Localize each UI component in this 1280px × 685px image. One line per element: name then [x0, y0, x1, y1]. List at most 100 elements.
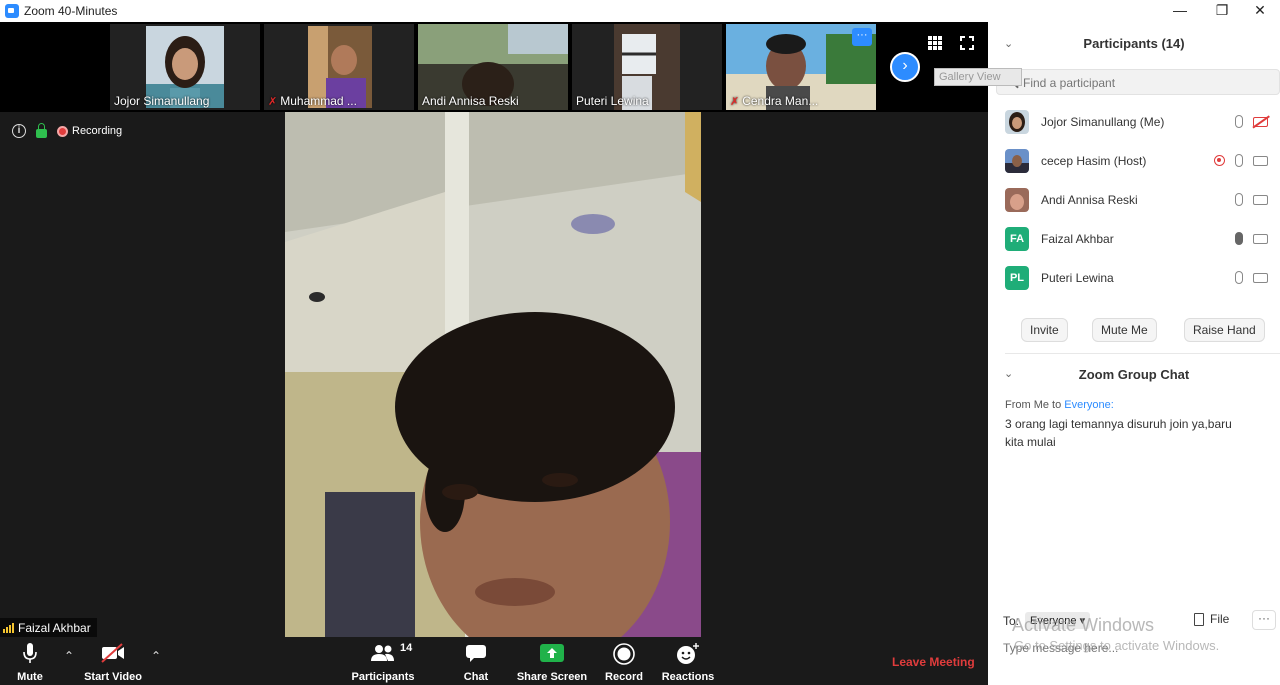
invite-button[interactable]: Invite: [1021, 318, 1068, 342]
leave-meeting-button[interactable]: Leave Meeting: [892, 655, 975, 669]
microphone-icon[interactable]: [1235, 271, 1243, 284]
mute-button[interactable]: Mute: [10, 637, 50, 685]
record-icon: [613, 643, 635, 665]
gallery-strip: Jojor Simanullang ✗ Muhammad ... Andi Ann…: [0, 22, 988, 112]
camera-icon[interactable]: [1253, 194, 1268, 205]
recording-indicator-icon: [57, 125, 68, 137]
camera-off-icon: [101, 643, 124, 663]
everyone-dropdown[interactable]: Everyone ▾: [1025, 612, 1091, 629]
participant-row[interactable]: Jojor Simanullang (Me): [988, 103, 1280, 142]
camera-off-icon[interactable]: [1253, 116, 1268, 127]
share-screen-button[interactable]: Share Screen: [516, 637, 588, 685]
camera-icon[interactable]: [1253, 272, 1268, 283]
participant-row[interactable]: Andi Annisa Reski: [988, 181, 1280, 220]
next-page-button[interactable]: ›: [890, 52, 920, 82]
file-icon: [1194, 612, 1204, 626]
chat-header: ⌄ Zoom Group Chat: [988, 362, 1280, 388]
file-button[interactable]: File: [1194, 612, 1229, 626]
encryption-lock-icon[interactable]: [36, 123, 47, 138]
share-screen-icon: [540, 644, 564, 662]
gallery-view-tooltip: Gallery View: [934, 68, 1022, 86]
close-icon[interactable]: ✕: [1240, 0, 1280, 22]
participants-title: Participants (14): [1083, 36, 1185, 51]
video-thumbnail[interactable]: ✗ Cendra Man... ···: [726, 24, 876, 110]
participants-button[interactable]: 14 Participants: [350, 637, 416, 685]
restore-icon[interactable]: ❐: [1202, 0, 1242, 22]
participant-search[interactable]: [996, 69, 1280, 95]
thumbnail-name: Puteri Lewina: [576, 94, 649, 108]
chat-message-input[interactable]: [1003, 638, 1263, 658]
participant-row[interactable]: PL Puteri Lewina: [988, 259, 1280, 298]
record-button[interactable]: Record: [604, 637, 644, 685]
microphone-icon: [23, 643, 37, 663]
thumbnail-name: Jojor Simanullang: [114, 94, 210, 108]
chat-message: 3 orang lagi temannya disuruh join ya,ba…: [1005, 417, 1232, 449]
start-video-button[interactable]: Start Video: [80, 637, 146, 685]
gallery-view-icon[interactable]: [928, 36, 942, 50]
thumbnail-name: ✗ Muhammad ...: [268, 94, 357, 108]
mic-muted-icon: ✗: [268, 96, 278, 108]
avatar: [1005, 110, 1029, 134]
reactions-smiley-icon: [677, 643, 699, 664]
chat-title: Zoom Group Chat: [1078, 367, 1190, 382]
microphone-icon[interactable]: [1235, 154, 1243, 167]
participant-actions: Invite Mute Me Raise Hand: [988, 318, 1280, 344]
video-options-chevron-icon[interactable]: ⌃: [151, 649, 161, 663]
microphone-icon[interactable]: [1235, 193, 1243, 206]
avatar: [1005, 149, 1029, 173]
microphone-icon[interactable]: [1235, 115, 1243, 128]
zoom-app-icon: [5, 4, 19, 18]
video-thumbnail[interactable]: Puteri Lewina: [572, 24, 722, 110]
thumbnail-name: Andi Annisa Reski: [422, 94, 519, 108]
participant-name: Andi Annisa Reski: [1041, 193, 1138, 207]
participants-count-badge: 14: [400, 642, 413, 654]
avatar: PL: [1005, 266, 1029, 290]
recording-icon: [1214, 155, 1225, 166]
meeting-area: Jojor Simanullang ✗ Muhammad ... Andi Ann…: [0, 22, 1022, 685]
chat-button[interactable]: Chat: [456, 637, 496, 685]
panel-divider: [1005, 353, 1280, 354]
chat-recipient-selector: To: Everyone ▾: [1003, 612, 1091, 629]
avatar: FA: [1005, 227, 1029, 251]
audio-options-chevron-icon[interactable]: ⌃: [64, 649, 74, 663]
video-thumbnail[interactable]: ✗ Muhammad ...: [264, 24, 414, 110]
active-speaker-name: Faizal Akhbar: [0, 618, 97, 638]
window-title: Zoom 40-Minutes: [24, 4, 118, 18]
thumbnail-name: ✗ Cendra Man...: [730, 94, 819, 108]
meeting-toolbar: Mute ⌃ Start Video ⌃ 14 Participants Cha…: [0, 637, 988, 685]
raise-hand-button[interactable]: Raise Hand: [1184, 318, 1265, 342]
microphone-active-icon[interactable]: [1235, 232, 1243, 245]
recording-label: Recording: [72, 125, 123, 137]
participant-row[interactable]: FA Faizal Akhbar: [988, 220, 1280, 259]
camera-icon[interactable]: [1253, 155, 1268, 166]
mute-me-button[interactable]: Mute Me: [1092, 318, 1157, 342]
participant-name: cecep Hasim (Host): [1041, 154, 1147, 168]
camera-icon[interactable]: [1253, 233, 1268, 244]
participants-list: Jojor Simanullang (Me) cecep Hasim (Host…: [988, 103, 1280, 298]
chat-more-button[interactable]: ···: [1252, 610, 1276, 630]
participant-name: Puteri Lewina: [1041, 271, 1114, 285]
more-options-button[interactable]: ···: [852, 28, 872, 46]
chat-recipient-link[interactable]: Everyone:: [1064, 399, 1114, 411]
participant-name: Jojor Simanullang (Me): [1041, 115, 1165, 129]
connection-signal-icon: [3, 623, 14, 633]
meeting-info-icon[interactable]: i: [12, 124, 26, 138]
participants-header: ⌄ Participants (14): [988, 22, 1280, 64]
participant-row[interactable]: cecep Hasim (Host): [988, 142, 1280, 181]
video-thumbnail[interactable]: Jojor Simanullang: [110, 24, 260, 110]
avatar: [1005, 188, 1029, 212]
mic-muted-icon: ✗: [730, 96, 740, 108]
meeting-status: i Recording: [12, 123, 123, 138]
title-bar: Zoom 40-Minutes — ❐ ✕: [0, 0, 1280, 22]
participant-name: Faizal Akhbar: [1041, 232, 1114, 246]
video-thumbnail[interactable]: Andi Annisa Reski: [418, 24, 568, 110]
active-speaker-video: [285, 112, 701, 637]
participants-icon: [371, 645, 394, 661]
chat-message-meta: From Me to Everyone:: [1005, 399, 1114, 411]
chat-bubble-icon: [466, 645, 486, 662]
participant-search-input[interactable]: [1023, 74, 1263, 92]
minimize-icon[interactable]: —: [1160, 0, 1200, 22]
reactions-button[interactable]: Reactions: [660, 637, 716, 685]
fullscreen-icon[interactable]: [959, 35, 975, 51]
chevron-down-icon: ▾: [1079, 615, 1086, 627]
